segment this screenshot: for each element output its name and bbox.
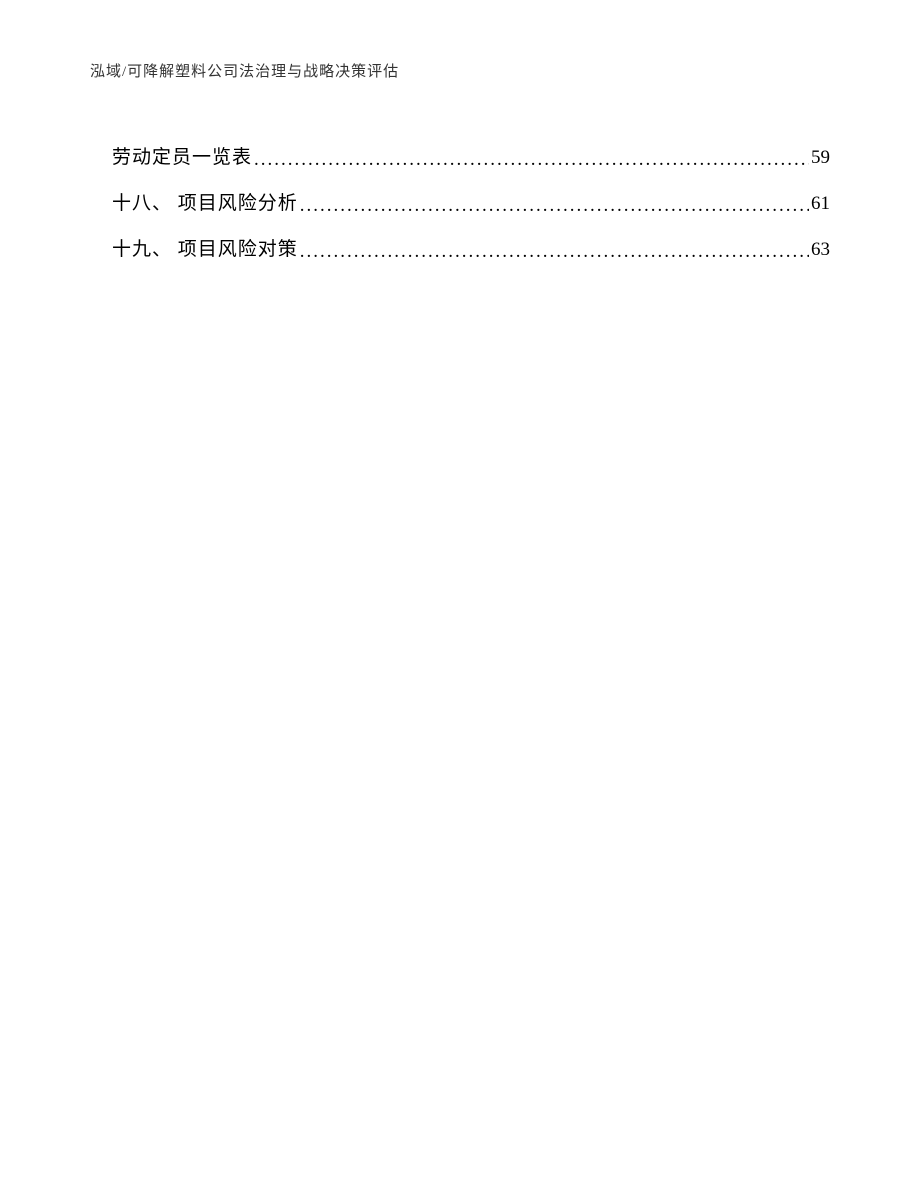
page-header: 泓域/可降解塑料公司法治理与战略决策评估: [90, 60, 830, 81]
toc-dots: [254, 143, 809, 177]
toc-list: 劳动定员一览表 59 十八、 项目风险分析 61 十九、 项目风险对策 63: [90, 141, 830, 268]
toc-entry: 十八、 项目风险分析 61: [112, 187, 830, 221]
toc-page-number: 59: [811, 141, 830, 175]
toc-page-number: 61: [811, 187, 830, 221]
toc-label: 劳动定员一览表: [112, 141, 252, 175]
toc-page-number: 63: [811, 233, 830, 267]
toc-dots: [300, 235, 809, 269]
toc-entry: 劳动定员一览表 59: [112, 141, 830, 175]
toc-label: 十八、 项目风险分析: [112, 187, 298, 221]
document-page: 泓域/可降解塑料公司法治理与战略决策评估 劳动定员一览表 59 十八、 项目风险…: [0, 0, 920, 1191]
toc-entry: 十九、 项目风险对策 63: [112, 233, 830, 267]
toc-dots: [300, 189, 809, 223]
toc-label: 十九、 项目风险对策: [112, 233, 298, 267]
